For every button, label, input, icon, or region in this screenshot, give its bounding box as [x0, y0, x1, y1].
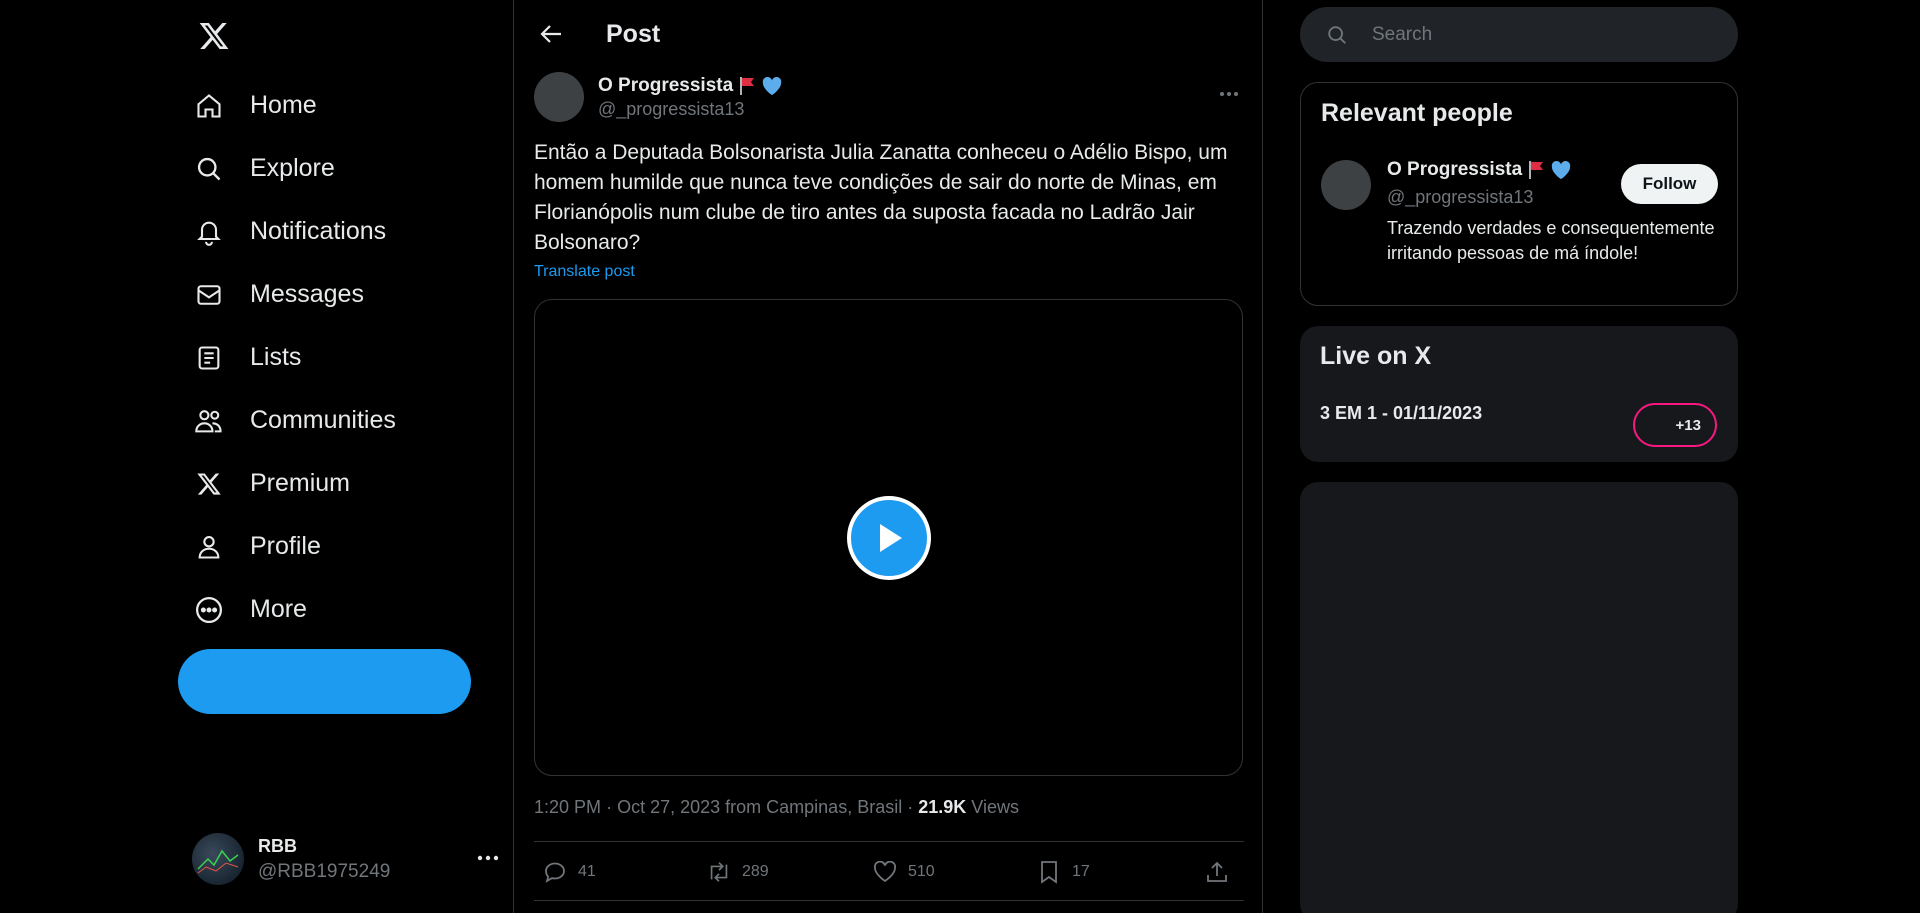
nav-profile[interactable]: Profile: [178, 515, 396, 578]
reply-icon: [542, 859, 568, 885]
relevant-person-name-row[interactable]: O Progressista: [1387, 159, 1572, 181]
post-button[interactable]: [178, 649, 471, 714]
nav-messages-label: Messages: [250, 280, 364, 308]
nav-list: Home Explore Notifications Messages List…: [178, 74, 396, 641]
repost-button[interactable]: 289: [706, 859, 769, 885]
bookmark-count: 17: [1072, 863, 1090, 880]
views-label: Views: [971, 797, 1019, 817]
nav-explore[interactable]: Explore: [178, 137, 396, 200]
play-icon[interactable]: [847, 496, 931, 580]
nav-communities[interactable]: Communities: [178, 389, 396, 452]
live-listener-count: +13: [1675, 416, 1701, 434]
follow-button[interactable]: Follow: [1621, 164, 1718, 204]
live-on-x-card: Live on X 3 EM 1 - 01/11/2023 +13: [1300, 326, 1738, 462]
person-icon: [194, 532, 224, 562]
account-handle: @RBB1975249: [258, 860, 391, 882]
nav-lists[interactable]: Lists: [178, 326, 396, 389]
author-avatar[interactable]: [534, 72, 584, 122]
like-button[interactable]: 510: [872, 859, 935, 885]
reply-count: 41: [578, 863, 596, 880]
post-author: O Progressista @_progressista13: [534, 70, 1244, 124]
relevant-person-bio: Trazendo verdades e consequentemente irr…: [1387, 218, 1715, 263]
author-text: O Progressista @_progressista13: [598, 75, 783, 120]
more-circle-icon: [194, 595, 224, 625]
nav-premium[interactable]: Premium: [178, 452, 396, 515]
share-button[interactable]: [1204, 859, 1230, 885]
share-icon: [1204, 859, 1230, 885]
relevant-people-card: Relevant people O Progressista @_progres…: [1300, 82, 1738, 306]
left-nav: Home Explore Notifications Messages List…: [178, 0, 513, 913]
nav-notifications-label: Notifications: [250, 217, 387, 245]
nav-messages[interactable]: Messages: [178, 263, 396, 326]
bookmark-icon: [1036, 859, 1062, 885]
communities-icon: [194, 406, 224, 436]
account-text: RBB @RBB1975249: [258, 836, 390, 883]
home-icon: [194, 91, 224, 121]
x-logo-icon: [194, 469, 224, 499]
repost-count: 289: [742, 863, 769, 880]
x-logo-icon[interactable]: [192, 14, 236, 58]
video-player[interactable]: [534, 299, 1243, 776]
live-listeners-pill[interactable]: +13: [1633, 403, 1717, 447]
account-switcher[interactable]: RBB @RBB1975249: [192, 828, 502, 890]
nav-home-label: Home: [250, 91, 317, 119]
post-location: from Campinas, Brasil: [725, 797, 903, 817]
search-icon: [1326, 24, 1348, 46]
author-name[interactable]: O Progressista: [598, 75, 733, 97]
relevant-people-title: Relevant people: [1321, 99, 1513, 127]
meta-separator: ·: [606, 797, 618, 817]
bookmark-button[interactable]: 17: [1036, 859, 1090, 885]
relevant-person-name: O Progressista: [1387, 159, 1523, 180]
relevant-person-handle[interactable]: @_progressista13: [1387, 187, 1533, 208]
nav-communities-label: Communities: [250, 406, 396, 434]
repost-icon: [706, 859, 732, 885]
post-actions: 41 289 510 17: [534, 841, 1244, 901]
post-date[interactable]: Oct 27, 2023: [617, 797, 720, 817]
more-horizontal-icon[interactable]: [474, 846, 502, 870]
blue-heart-icon: [761, 76, 783, 96]
search-input[interactable]: [1372, 23, 1712, 46]
nav-home[interactable]: Home: [178, 74, 396, 137]
live-item-title[interactable]: 3 EM 1 - 01/11/2023: [1320, 403, 1482, 424]
list-icon: [194, 343, 224, 373]
like-count: 510: [908, 863, 935, 880]
nav-more[interactable]: More: [178, 578, 396, 641]
translate-link[interactable]: Translate post: [534, 263, 635, 281]
back-arrow-icon[interactable]: [534, 17, 568, 51]
post-text: Então a Deputada Bolsonarista Julia Zana…: [534, 141, 1228, 254]
envelope-icon: [194, 280, 224, 310]
meta-separator: ·: [907, 797, 919, 817]
views-count: 21.9K: [918, 797, 967, 817]
live-title: Live on X: [1320, 342, 1432, 370]
bell-icon: [194, 217, 224, 247]
main-column: Post O Progressista @_progressista13 Ent…: [513, 0, 1263, 913]
nav-explore-label: Explore: [250, 154, 335, 182]
nav-notifications[interactable]: Notifications: [178, 200, 396, 263]
relevant-person-avatar[interactable]: [1321, 160, 1371, 210]
nav-premium-label: Premium: [250, 469, 351, 497]
nav-more-label: More: [250, 595, 307, 623]
red-flag-icon: [1527, 160, 1545, 180]
nav-profile-label: Profile: [250, 532, 321, 560]
post-meta: 1:20 PM · Oct 27, 2023 from Campinas, Br…: [534, 797, 1019, 818]
nav-lists-label: Lists: [250, 343, 302, 371]
author-handle[interactable]: @_progressista13: [598, 99, 783, 120]
red-flag-icon: [738, 76, 756, 96]
post-time[interactable]: 1:20 PM: [534, 797, 601, 817]
search-bar[interactable]: [1300, 7, 1738, 62]
blue-heart-icon: [1550, 160, 1572, 180]
top-bar: Post: [514, 0, 1262, 68]
author-name-row: O Progressista: [598, 75, 783, 97]
more-horizontal-icon[interactable]: [1214, 82, 1244, 106]
page-title: Post: [606, 19, 661, 48]
account-name: RBB: [258, 835, 297, 856]
avatar: [192, 833, 244, 885]
reply-button[interactable]: 41: [542, 859, 596, 885]
heart-icon: [872, 859, 898, 885]
search-icon: [194, 154, 224, 184]
trends-card: [1300, 482, 1738, 913]
